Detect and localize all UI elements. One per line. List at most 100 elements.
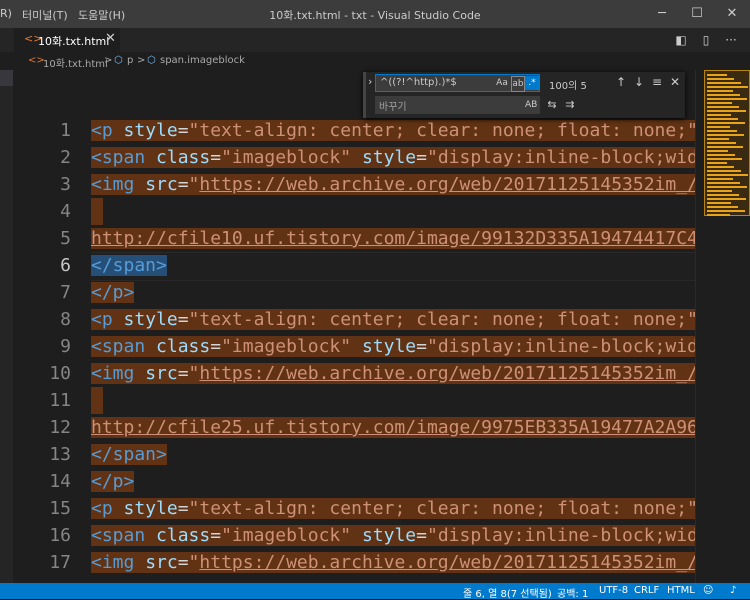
- code-line[interactable]: http://cfile10.uf.tistory.com/image/9913…: [91, 225, 695, 252]
- code-token: "display:inline-block;width:6: [426, 147, 695, 168]
- minimap-line: [707, 202, 731, 204]
- previous-match-icon[interactable]: ↑: [614, 75, 628, 89]
- find-input-value: ^((?!^http).)*$: [380, 77, 457, 88]
- code-token: style: [123, 498, 178, 519]
- cursor-position[interactable]: 줄 6, 열 8(7 선택됨): [463, 585, 552, 600]
- line-number: 6: [60, 255, 71, 276]
- tab-close-icon[interactable]: ✕: [105, 31, 116, 46]
- code-token: =: [177, 498, 189, 519]
- breadcrumb-p[interactable]: p: [127, 55, 133, 66]
- next-match-icon[interactable]: ↓: [632, 75, 646, 89]
- code-line[interactable]: </p>: [91, 468, 135, 495]
- code-token: "imageblock": [221, 336, 362, 357]
- open-preview-icon[interactable]: ◧: [672, 31, 690, 49]
- code-token: "imageblock": [221, 147, 362, 168]
- minimap-line: [707, 110, 746, 112]
- code-token: "text-align: center; clear: none; float:…: [188, 120, 695, 141]
- minimap-line: [707, 82, 741, 84]
- code-token: src: [145, 552, 178, 573]
- code-line[interactable]: </p>: [91, 279, 135, 306]
- split-editor-icon[interactable]: ▯: [697, 31, 715, 49]
- code-line[interactable]: <p style="text-align: center; clear: non…: [91, 495, 695, 522]
- maximize-button[interactable]: ☐: [685, 4, 709, 24]
- preserve-case-icon[interactable]: AB: [525, 98, 537, 112]
- code-line[interactable]: [91, 198, 103, 225]
- line-number: 12: [49, 417, 71, 438]
- minimap-line: [707, 122, 745, 124]
- breadcrumb-separator: >: [137, 55, 146, 66]
- minimap-line: [707, 94, 740, 96]
- close-find-icon[interactable]: ✕: [668, 75, 682, 89]
- replace-all-icon[interactable]: ⇉: [563, 98, 577, 111]
- code-token: https://web.archive.org/web/201711251453…: [199, 552, 695, 573]
- minimap-line: [707, 78, 734, 80]
- code-line[interactable]: <p style="text-align: center; clear: non…: [91, 306, 695, 333]
- code-token: style: [123, 309, 178, 330]
- minimap-line: [707, 146, 743, 148]
- minimap-line: [707, 118, 738, 120]
- side-strip: [0, 70, 13, 583]
- minimap-line: [707, 186, 747, 188]
- minimap-line: [707, 106, 739, 108]
- code-line[interactable]: [91, 387, 103, 414]
- code-line[interactable]: http://cfile25.uf.tistory.com/image/9975…: [91, 414, 695, 441]
- line-number: 1: [60, 120, 71, 141]
- whole-word-icon[interactable]: ab: [511, 76, 525, 92]
- indentation-status[interactable]: 공백: 1: [557, 585, 588, 600]
- encoding-status[interactable]: UTF-8: [599, 585, 628, 596]
- strip-marker: [0, 70, 13, 86]
- minimap-line: [707, 90, 733, 92]
- minimap-line: [707, 154, 735, 156]
- code-line[interactable]: <p style="text-align: center; clear: non…: [91, 117, 695, 144]
- minimap-line: [707, 174, 748, 176]
- line-number: 17: [49, 552, 71, 573]
- bell-icon[interactable]: ♪: [730, 585, 736, 596]
- editor-scrollbar[interactable]: [695, 70, 750, 583]
- find-input[interactable]: ^((?!^http).)*$ Aa ab .*: [375, 74, 540, 92]
- code-token: </span>: [91, 444, 167, 465]
- code-line[interactable]: <img src="https://web.archive.org/web/20…: [91, 171, 695, 198]
- line-number: 5: [60, 228, 71, 249]
- code-token: "imageblock": [221, 525, 362, 546]
- code-token: ": [188, 174, 200, 195]
- status-bar: 줄 6, 열 8(7 선택됨) 공백: 1 UTF-8 CRLF HTML ☺ …: [0, 583, 750, 600]
- find-replace-widget: › ^((?!^http).)*$ Aa ab .* 바꾸기 AB ⇆ ⇉ 10…: [363, 72, 685, 118]
- breadcrumb-file[interactable]: 10화.txt.html: [43, 55, 108, 70]
- minimap-line: [707, 210, 745, 212]
- code-token: src: [145, 174, 178, 195]
- eol-status[interactable]: CRLF: [634, 585, 659, 596]
- replace-input[interactable]: 바꾸기 AB: [375, 96, 540, 114]
- code-token: <img: [91, 552, 146, 573]
- breadcrumb-span-imageblock[interactable]: span.imageblock: [160, 55, 245, 66]
- code-line[interactable]: <img src="https://web.archive.org/web/20…: [91, 360, 695, 387]
- code-token: <p: [91, 309, 124, 330]
- regex-icon[interactable]: .*: [525, 76, 539, 90]
- line-number: 2: [60, 147, 71, 168]
- match-case-icon[interactable]: Aa: [495, 76, 509, 90]
- tab-10hwa-html[interactable]: <> 10화.txt.html ✕: [14, 28, 120, 52]
- empty-match-highlight: [91, 198, 103, 225]
- minimap-slider[interactable]: [704, 70, 750, 216]
- feedback-icon[interactable]: ☺: [703, 585, 713, 596]
- code-line[interactable]: <span class="imageblock" style="display:…: [91, 333, 695, 360]
- find-resize-bar[interactable]: [363, 72, 366, 118]
- code-line[interactable]: <span class="imageblock" style="display:…: [91, 144, 695, 171]
- close-window-button[interactable]: ✕: [720, 4, 744, 24]
- find-in-selection-icon[interactable]: ≡: [650, 75, 664, 89]
- code-token: "display:inline-block;width:6: [426, 336, 695, 357]
- more-actions-icon[interactable]: ···: [722, 31, 740, 49]
- line-number: 16: [49, 525, 71, 546]
- tab-label: 10화.txt.html: [38, 35, 110, 48]
- code-line[interactable]: </span>: [91, 252, 167, 279]
- code-line[interactable]: </span>: [91, 441, 167, 468]
- window-title: 10화.txt.html - txt - Visual Studio Code: [269, 9, 481, 22]
- minimap-line: [707, 142, 736, 144]
- code-line[interactable]: <span class="imageblock" style="display:…: [91, 522, 695, 549]
- minimap-line: [707, 194, 739, 196]
- replace-one-icon[interactable]: ⇆: [545, 98, 559, 111]
- code-line[interactable]: <img src="https://web.archive.org/web/20…: [91, 549, 695, 576]
- language-mode[interactable]: HTML: [667, 585, 695, 596]
- code-editor[interactable]: 1 <p style="text-align: center; clear: no…: [13, 70, 695, 583]
- toggle-replace-icon[interactable]: ›: [368, 75, 372, 88]
- minimize-button[interactable]: ─: [650, 4, 674, 24]
